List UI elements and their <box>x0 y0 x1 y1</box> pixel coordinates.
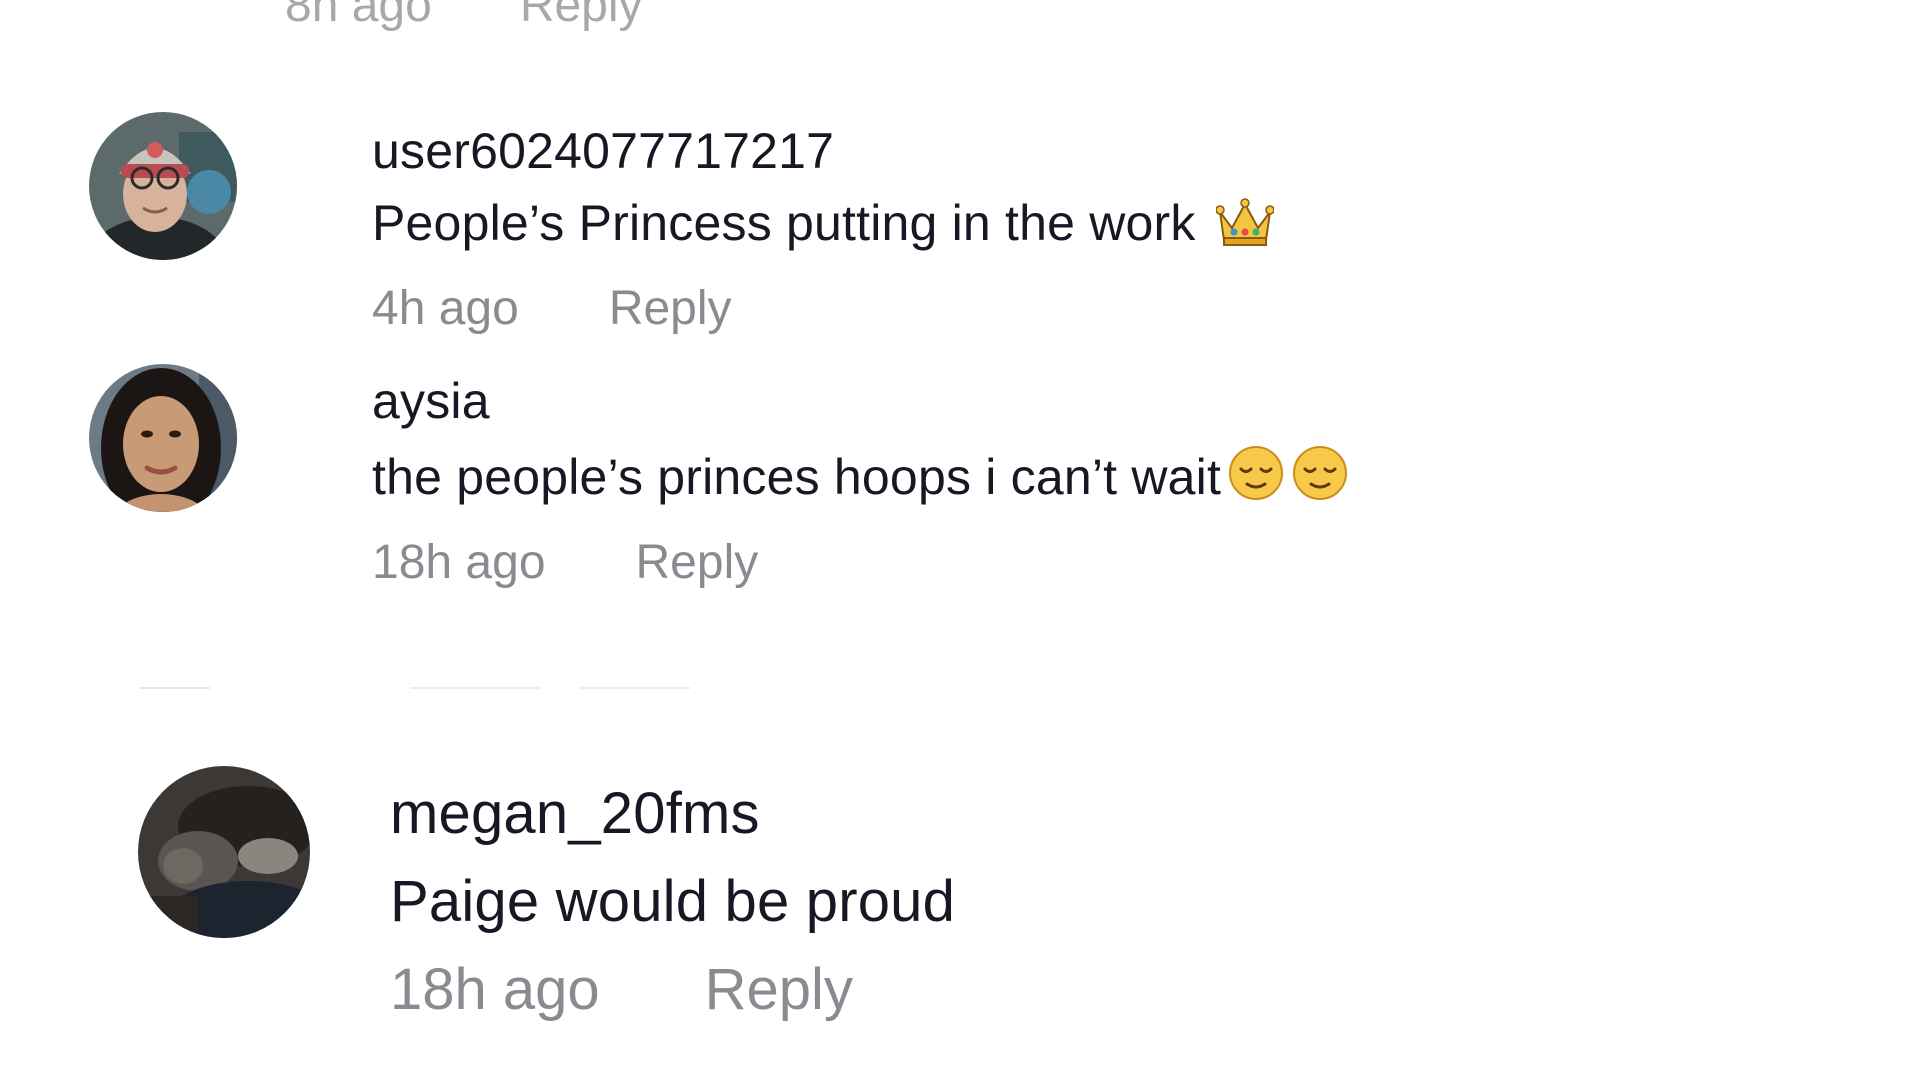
avatar[interactable] <box>89 364 237 512</box>
relieved-face-emoji-icon <box>1291 444 1349 514</box>
comment-time: 4h ago <box>372 282 519 335</box>
comment-item: user6024077717217 People’s Princess putt… <box>89 112 1275 338</box>
comment-time: 18h ago <box>390 957 600 1022</box>
comment-username[interactable]: megan_20fms <box>390 780 955 848</box>
comment-username[interactable]: user6024077717217 <box>372 122 1274 180</box>
comment-meta: 18h ago Reply <box>390 956 955 1024</box>
comment-text-content: the people’s princes hoops i can’t wait <box>372 449 1222 505</box>
comment-time: 18h ago <box>372 536 546 589</box>
comment-text: the people’s princes hoops i can’t wait <box>372 444 1349 514</box>
comment-text: People’s Princess putting in the work <box>372 194 1275 260</box>
comment-meta: 4h ago Reply <box>372 280 1274 338</box>
reply-button[interactable]: Reply <box>520 0 643 33</box>
crown-emoji-icon <box>1214 198 1275 260</box>
reply-button[interactable]: Reply <box>705 956 853 1024</box>
comment-text: Paige would be proud <box>390 869 956 934</box>
comment-meta: 18h ago Reply <box>372 534 1349 592</box>
relieved-face-emoji-icon <box>1227 444 1285 514</box>
reply-button[interactable]: Reply <box>636 534 759 592</box>
reply-button[interactable]: Reply <box>609 280 732 338</box>
partial-comment-meta: 8h ago Reply <box>285 0 643 33</box>
divider <box>140 687 690 689</box>
comment-username[interactable]: aysia <box>372 372 1349 430</box>
comment-text-content: People’s Princess putting in the work <box>372 195 1196 251</box>
avatar[interactable] <box>89 112 237 260</box>
comment-item: megan_20fms Paige would be proud 18h ago… <box>138 766 955 1024</box>
comment-time: 8h ago <box>285 0 432 32</box>
comment-item: aysia the people’s princes hoops i can’t… <box>89 364 1349 592</box>
avatar[interactable] <box>138 766 310 938</box>
